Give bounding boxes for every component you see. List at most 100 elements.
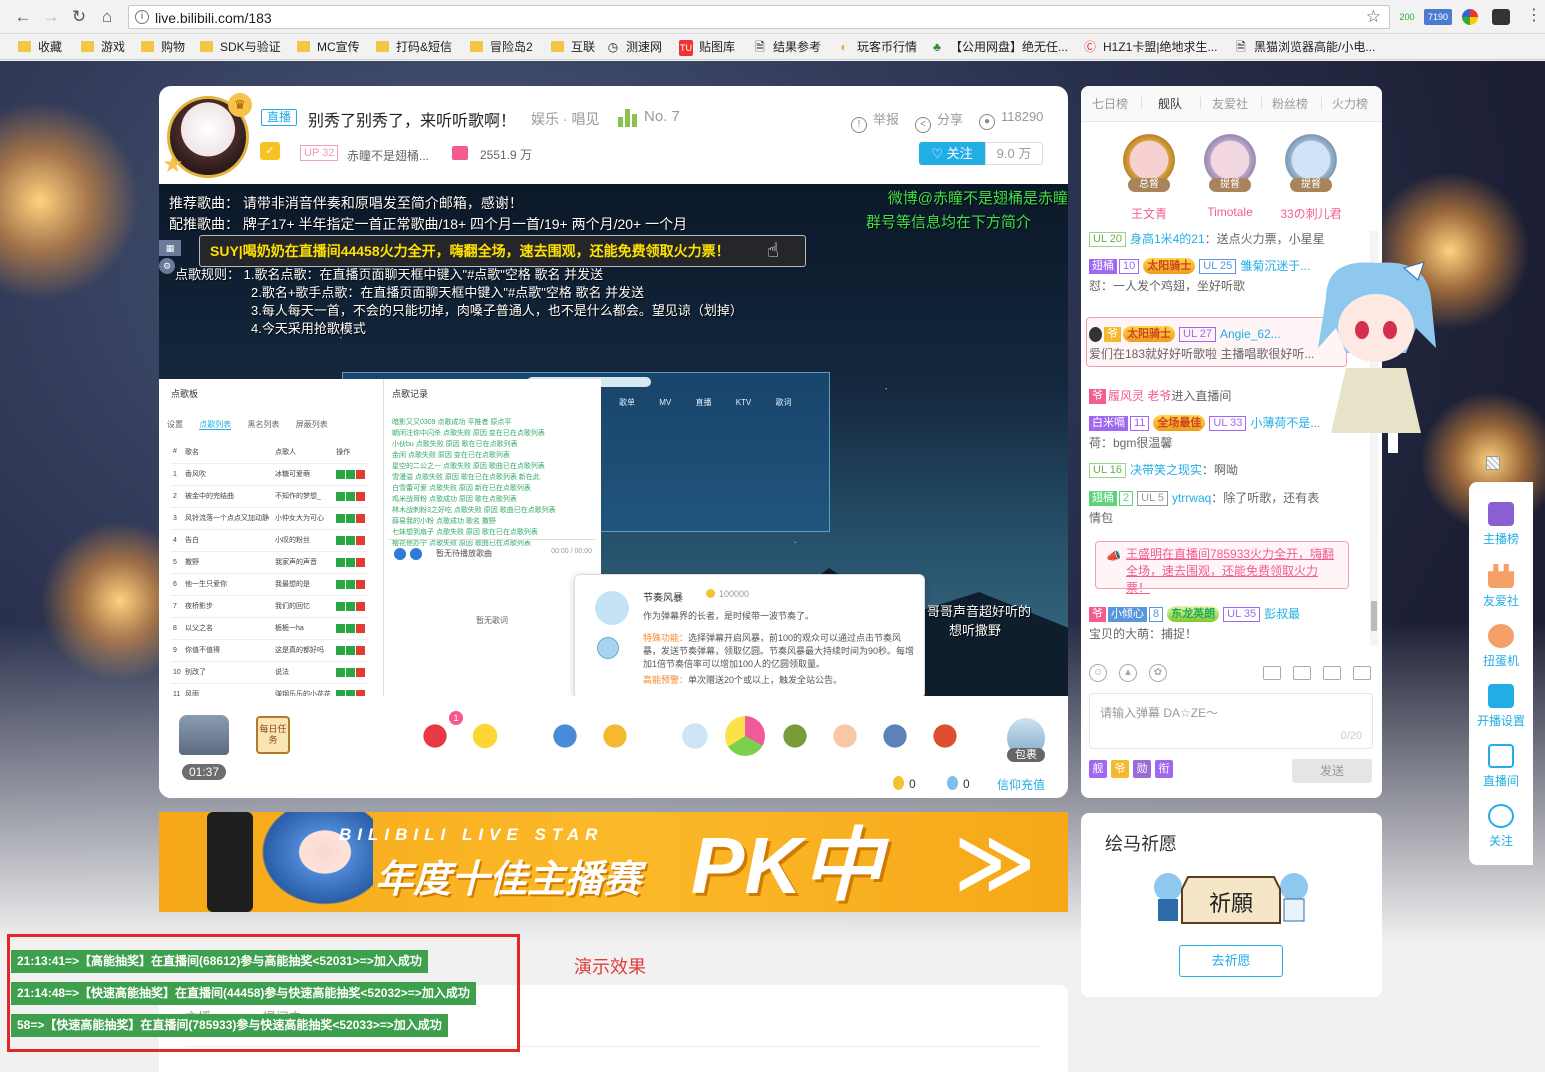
- book-gift-icon[interactable]: [775, 716, 815, 756]
- medal-badge-button[interactable]: 勋: [1133, 760, 1151, 778]
- tab-fleet[interactable]: 舰队: [1158, 95, 1182, 112]
- move-up-icon[interactable]: [336, 491, 346, 501]
- tab-fans[interactable]: 粉丝榜: [1272, 95, 1308, 112]
- paw-gift-icon[interactable]: [825, 716, 865, 756]
- sidebar-item-live-room[interactable]: 直播间: [1469, 744, 1533, 789]
- bookmark-site[interactable]: ◐ 玩客币行情: [837, 39, 917, 55]
- music-menu-item[interactable]: MV: [659, 398, 671, 407]
- emoji-icon[interactable]: ☺: [1089, 664, 1107, 682]
- daily-task-button[interactable]: 每日任务: [256, 716, 290, 754]
- bookmark-folder[interactable]: 购物: [141, 39, 185, 55]
- back-icon[interactable]: ←: [13, 7, 33, 27]
- url-text[interactable]: live.bilibili.com/183: [155, 10, 272, 26]
- tab-blacklist[interactable]: 黑名列表: [247, 420, 279, 429]
- move-up-icon[interactable]: [336, 645, 346, 655]
- confirm-icon[interactable]: [346, 513, 356, 523]
- room-rank[interactable]: No. 7: [644, 108, 680, 125]
- delete-icon[interactable]: [356, 623, 366, 633]
- bookmark-folder[interactable]: MC宣传: [297, 39, 360, 55]
- music-menu-item[interactable]: KTV: [736, 398, 752, 407]
- bookmark-site[interactable]: ◷ 测速网: [606, 39, 662, 55]
- delete-icon[interactable]: [356, 491, 366, 501]
- chrome-extension-icon[interactable]: [1462, 9, 1478, 25]
- confirm-icon[interactable]: [346, 535, 356, 545]
- bookmark-site[interactable]: ♣ 【公用网盘】绝无任...: [930, 39, 1068, 55]
- delete-icon[interactable]: [356, 667, 366, 677]
- lord-badge-button[interactable]: 爷: [1111, 760, 1129, 778]
- forward-icon[interactable]: →: [41, 7, 61, 27]
- tab-fire[interactable]: 火力榜: [1332, 95, 1368, 112]
- music-menu-item[interactable]: 直播: [695, 398, 711, 407]
- move-up-icon[interactable]: [336, 469, 346, 479]
- move-up-icon[interactable]: [336, 557, 346, 567]
- screen-icon[interactable]: [1263, 666, 1281, 680]
- red-envelope-gift-icon[interactable]: [415, 716, 455, 756]
- guard-name[interactable]: Timotale: [1185, 205, 1275, 219]
- bookmark-site[interactable]: Ⓒ H1Z1卡盟|绝地求生...: [1083, 39, 1217, 55]
- follow-button[interactable]: ♡ 关注: [919, 142, 985, 165]
- bookmark-site[interactable]: 🗎 黑猫浏览器高能/小电...: [1234, 39, 1375, 55]
- recharge-link[interactable]: 信仰充值: [997, 776, 1045, 793]
- triangle-gift-icon[interactable]: [725, 716, 765, 756]
- delete-icon[interactable]: [356, 469, 366, 479]
- wish-button[interactable]: 去祈愿: [1179, 945, 1283, 977]
- sidebar-item-anchor-rank[interactable]: 主播榜: [1469, 502, 1533, 547]
- music-menu-item[interactable]: 歌词: [776, 398, 792, 407]
- music-menu-item[interactable]: 歌单: [619, 398, 635, 407]
- bookmark-site[interactable]: 🗎 结果参考: [753, 39, 821, 55]
- bookmark-star-icon[interactable]: ☆: [1366, 7, 1381, 27]
- danmaku-username[interactable]: Angie_62...: [1220, 327, 1281, 341]
- bookmark-folder[interactable]: 游戏: [81, 39, 125, 55]
- palette-icon[interactable]: ✿: [1149, 664, 1167, 682]
- extension-200-icon[interactable]: 200: [1398, 9, 1416, 25]
- confirm-icon[interactable]: [346, 623, 356, 633]
- danmaku-username[interactable]: 雏菊沉迷于...: [1240, 259, 1310, 273]
- screen-icon[interactable]: [1323, 666, 1341, 680]
- 233-gift-icon[interactable]: [595, 716, 635, 756]
- 666-gift-icon[interactable]: [545, 716, 585, 756]
- settings-icon[interactable]: ⚙: [159, 258, 175, 274]
- screen-icon[interactable]: [1293, 666, 1311, 680]
- tab-blocked[interactable]: 屏蔽列表: [296, 420, 328, 429]
- danmaku-username[interactable]: 身高1米4的21: [1130, 232, 1205, 246]
- confirm-icon[interactable]: [346, 645, 356, 655]
- danmaku-username[interactable]: 彭叔最: [1264, 607, 1300, 621]
- bookmark-folder[interactable]: 互联: [551, 39, 595, 55]
- confirm-icon[interactable]: [346, 491, 356, 501]
- rhythm-storm-gift-icon[interactable]: [675, 716, 715, 756]
- confirm-icon[interactable]: [346, 469, 356, 479]
- delete-icon[interactable]: [356, 579, 366, 589]
- pk-banner[interactable]: BILIBILI LIVE STAR 年度十佳主播赛 PK中 ≫: [159, 812, 1068, 912]
- fire-notice-bar[interactable]: SUY|喝奶奶在直播间44458火力全开，嗨翻全场，速去围观，还能免费领取火力票…: [199, 235, 806, 267]
- home-icon[interactable]: ⌂: [97, 7, 117, 27]
- report-button[interactable]: ! 举报: [851, 109, 899, 133]
- sidebar-item-gacha[interactable]: 扭蛋机: [1469, 624, 1533, 669]
- danmaku-username[interactable]: ytrrwaq: [1172, 491, 1211, 505]
- danmaku-username[interactable]: 履风灵 老爷: [1108, 389, 1171, 403]
- tab-settings[interactable]: 设置: [167, 420, 183, 429]
- delete-icon[interactable]: [356, 601, 366, 611]
- fullscreen-icon[interactable]: ▦: [159, 240, 181, 256]
- danmaku-input[interactable]: 请输入弹幕 DA☆ZE～ 0/20: [1089, 693, 1373, 749]
- bookmark-folder[interactable]: SDK与验证: [200, 39, 281, 55]
- confirm-icon[interactable]: [346, 579, 356, 589]
- move-up-icon[interactable]: [336, 513, 346, 523]
- confirm-icon[interactable]: [346, 601, 356, 611]
- system-fire-notice[interactable]: 📣 王盛明在直播间785933火力全开，嗨翻全场，速去围观，还能免费领取火力票！: [1095, 541, 1349, 595]
- fleet-badge-button[interactable]: 舰: [1089, 760, 1107, 778]
- mascot-character[interactable]: [1306, 258, 1446, 458]
- screen-icon[interactable]: [1353, 666, 1371, 680]
- danmaku-username[interactable]: 决带笑之现实: [1130, 463, 1202, 477]
- move-up-icon[interactable]: [336, 579, 346, 589]
- address-bar[interactable]: i live.bilibili.com/183 ☆: [128, 5, 1390, 29]
- reload-icon[interactable]: ↻: [69, 7, 89, 27]
- sidebar-item-follow[interactable]: 关注: [1469, 804, 1533, 849]
- sidebar-item-guild[interactable]: 友爱社: [1469, 564, 1533, 609]
- tab-song-list[interactable]: 点歌列表: [199, 420, 232, 430]
- move-up-icon[interactable]: [336, 667, 346, 677]
- delete-icon[interactable]: [356, 535, 366, 545]
- play-icon[interactable]: [394, 548, 406, 560]
- room-category[interactable]: 娱乐 · 唱见: [531, 109, 599, 129]
- next-icon[interactable]: [410, 548, 422, 560]
- qr-code-icon[interactable]: [1486, 456, 1500, 470]
